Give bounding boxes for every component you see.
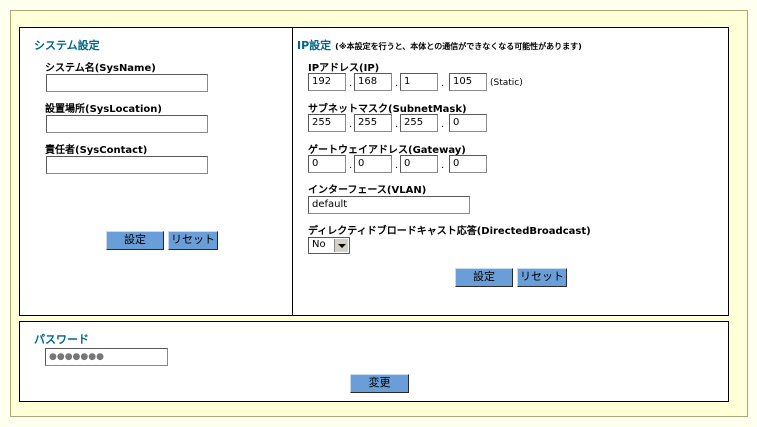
vlan-input[interactable]: default [308,196,470,214]
gateway-dot-3: . [441,160,445,171]
ip-octet-4-input[interactable]: 105 [449,73,487,91]
ip-set-button[interactable]: 設定 [455,268,513,287]
ip-settings-warning: (※本設定を行うと、本体との通信ができなくなる可能性があります) [335,42,582,51]
gateway-dot-1: . [349,160,353,171]
mask-octet-4-input[interactable]: 0 [449,114,487,132]
ip-reset-button[interactable]: リセット [517,268,567,287]
system-set-button[interactable]: 設定 [106,231,164,250]
vlan-label: インターフェース(VLAN) [308,185,427,196]
password-title: パスワード [34,333,89,346]
syslocation-input[interactable] [46,115,208,133]
subnet-mask-label: サブネットマスク(SubnetMask) [308,104,467,115]
chevron-down-icon[interactable] [334,239,348,252]
ip-octet-2-input[interactable]: 168 [354,73,392,91]
mask-octet-2-input[interactable]: 255 [354,114,392,132]
system-settings-title: システム設定 [34,39,100,52]
ip-octet-3-input[interactable]: 1 [400,73,438,91]
ip-settings-title: IP設定 (※本設定を行うと、本体との通信ができなくなる可能性があります) [297,37,582,53]
directed-broadcast-value: No [312,239,326,250]
syslocation-label: 設置場所(SysLocation) [45,104,162,115]
directed-broadcast-label: ディレクティドブロードキャスト応答(DirectedBroadcast) [308,226,591,237]
gateway-octet-1-input[interactable]: 0 [308,155,346,173]
sysname-input[interactable] [46,74,208,92]
gateway-octet-3-input[interactable]: 0 [400,155,438,173]
system-settings-panel: システム設定 システム名(SysName) 設置場所(SysLocation) … [19,27,293,316]
gateway-dot-2: . [395,160,399,171]
password-panel: パスワード ●●●●●●● 変更 [19,321,729,402]
password-input[interactable]: ●●●●●●● [45,348,168,366]
directed-broadcast-select[interactable]: No [308,237,350,254]
ip-dot-3: . [441,78,445,89]
mask-dot-1: . [349,119,353,130]
ip-dot-1: . [349,78,353,89]
password-change-button[interactable]: 変更 [350,374,409,393]
ip-dot-2: . [395,78,399,89]
mask-dot-3: . [441,119,445,130]
mask-octet-3-input[interactable]: 255 [400,114,438,132]
gateway-label: ゲートウェイアドレス(Gateway) [308,145,466,156]
sysname-label: システム名(SysName) [45,63,156,74]
ip-mode-text: (Static) [490,78,523,88]
ip-address-label: IPアドレス(IP) [308,63,380,74]
mask-octet-1-input[interactable]: 255 [308,114,346,132]
mask-dot-2: . [395,119,399,130]
ip-settings-panel: IP設定 (※本設定を行うと、本体との通信ができなくなる可能性があります) IPア… [292,27,729,316]
ip-octet-1-input[interactable]: 192 [308,73,346,91]
system-reset-button[interactable]: リセット [168,231,218,250]
gateway-octet-2-input[interactable]: 0 [354,155,392,173]
syscontact-input[interactable] [46,156,208,174]
ip-settings-title-text: IP設定 [297,39,332,52]
gateway-octet-4-input[interactable]: 0 [449,155,487,173]
syscontact-label: 責任者(SysContact) [45,145,148,156]
